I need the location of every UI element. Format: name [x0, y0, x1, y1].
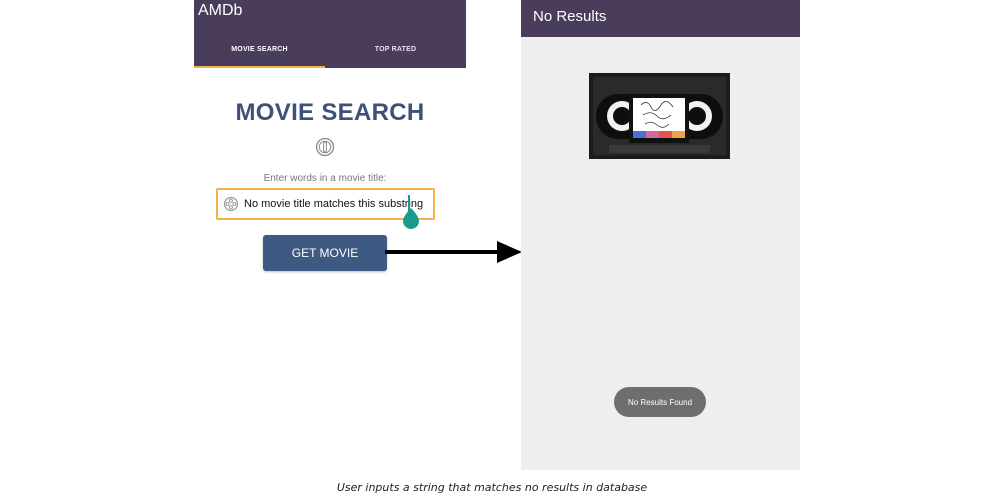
movie-title-input-value: No movie title matches this substring	[244, 198, 424, 210]
vhs-tape-logo	[589, 73, 730, 164]
results-app-bar: No Results	[521, 0, 800, 37]
no-results-toast: No Results Found	[614, 387, 706, 417]
app-title: AMDb	[198, 2, 243, 19]
get-movie-button[interactable]: GET MOVIE	[263, 235, 387, 271]
text-cursor-handle-icon[interactable]	[403, 208, 419, 235]
figure-caption: User inputs a string that matches no res…	[336, 481, 648, 494]
active-tab-indicator	[194, 66, 325, 68]
results-title: No Results	[533, 8, 607, 25]
tab-top-rated[interactable]: TOP RATED	[325, 31, 466, 68]
app-bar: AMDb MOVIE SEARCH TOP RATED	[194, 0, 466, 68]
film-reel-small-icon	[223, 196, 239, 217]
film-reel-icon	[315, 137, 335, 162]
page-title: MOVIE SEARCH	[235, 99, 425, 126]
movie-search-screen: AMDb MOVIE SEARCH TOP RATED MOVIE SEARCH…	[194, 0, 466, 470]
right-arrow-icon	[385, 240, 525, 269]
search-prompt-label: Enter words in a movie title:	[263, 173, 387, 184]
tab-movie-search[interactable]: MOVIE SEARCH	[194, 31, 325, 68]
no-results-screen: No Results No Results Found	[521, 0, 800, 470]
